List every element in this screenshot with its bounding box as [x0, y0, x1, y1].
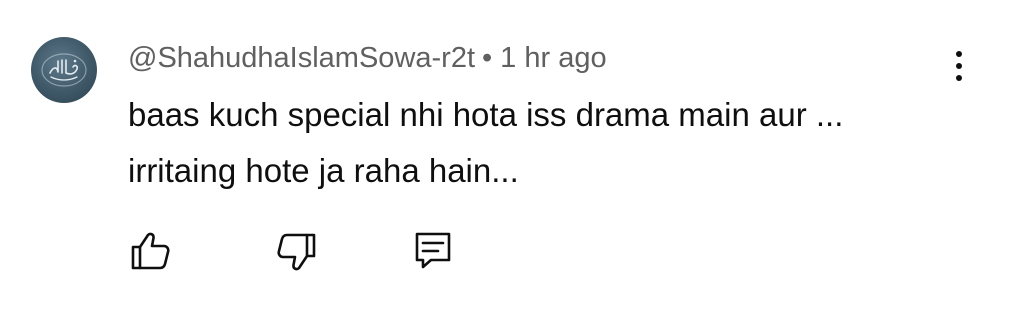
comment-text-line: irritaing hote ja raha hain... [128, 152, 519, 189]
comment-timestamp: 1 hr ago [500, 41, 607, 74]
comment-menu-button[interactable] [942, 44, 976, 88]
reply-button[interactable] [411, 229, 455, 273]
meta-separator: • [482, 41, 493, 74]
dislike-button[interactable] [275, 229, 319, 273]
thumb-up-icon [131, 232, 170, 270]
comment-text-line: baas kuch special nhi hota iss drama mai… [128, 96, 844, 133]
author-name[interactable]: @ShahudhaIslamSowa-r2t [128, 42, 475, 75]
comment-card: @ShahudhaIslamSowa-r2t • 1 hr ago baas k… [0, 0, 1024, 313]
comment-text: baas kuch special nhi hota iss drama mai… [128, 87, 948, 199]
thumb-down-icon [277, 233, 316, 271]
more-vert-icon [956, 51, 962, 81]
like-button[interactable] [128, 229, 172, 273]
avatar[interactable] [31, 37, 97, 103]
comment-reply-icon [415, 232, 451, 269]
comment-header: @ShahudhaIslamSowa-r2t • 1 hr ago [128, 38, 607, 78]
avatar-calligraphy-icon [41, 53, 87, 87]
